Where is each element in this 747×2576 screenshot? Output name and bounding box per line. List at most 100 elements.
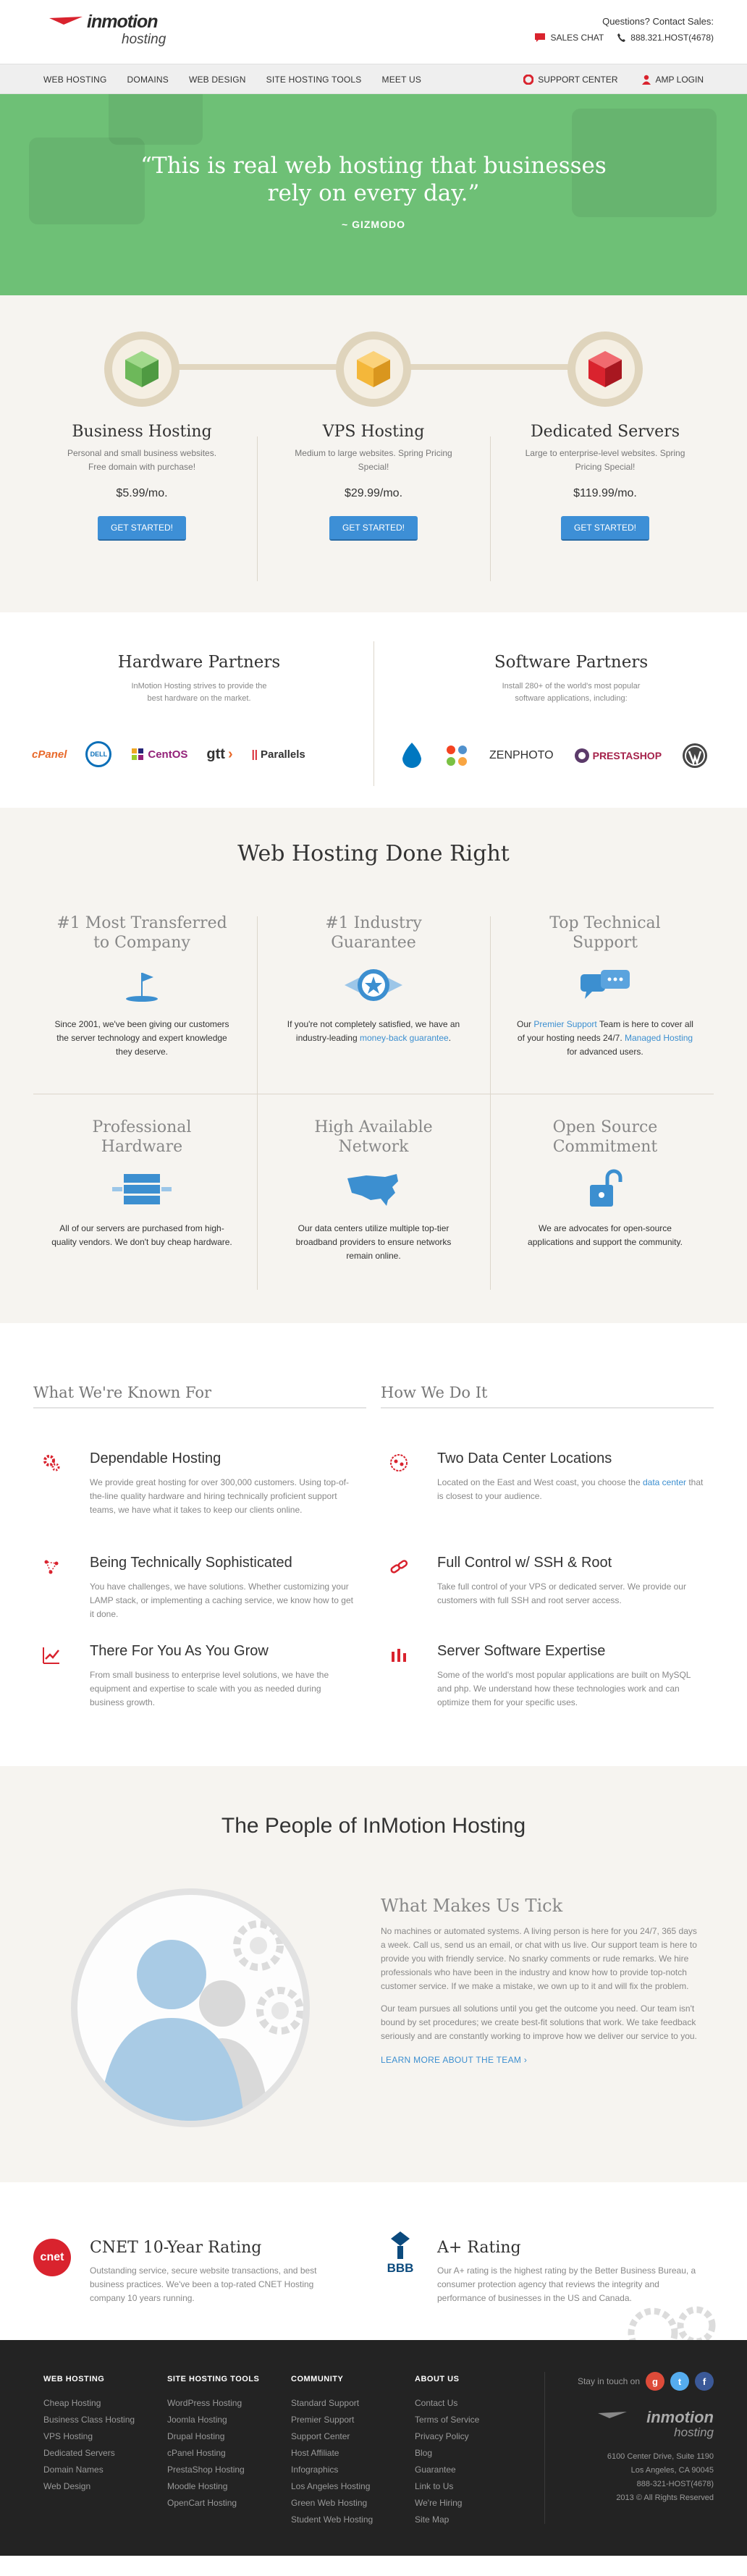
feature-network: High Available Network Our data centers u… bbox=[258, 1118, 489, 1263]
footer-link[interactable]: Contact Us bbox=[415, 2395, 538, 2412]
footer-link[interactable]: Los Angeles Hosting bbox=[291, 2478, 414, 2495]
hero-quote-line1: “This is real web hosting that businesse… bbox=[140, 153, 607, 179]
amp-login-label: AMP LOGIN bbox=[655, 75, 704, 85]
hardware-title: Hardware Partners bbox=[117, 653, 281, 672]
learn-more-team-link[interactable]: LEARN MORE ABOUT THE TEAM › bbox=[381, 2055, 699, 2065]
amp-login-link[interactable]: AMP LOGIN bbox=[641, 75, 704, 85]
chat-bubble-decoration bbox=[109, 94, 203, 145]
feature-title: #1 Industry bbox=[325, 914, 422, 932]
facebook-icon[interactable]: f bbox=[695, 2372, 714, 2391]
parallels-logo: || Parallels bbox=[251, 748, 305, 761]
managed-hosting-link[interactable]: Managed Hosting bbox=[625, 1033, 693, 1043]
inmotion-logo[interactable]: inmotion hosting bbox=[49, 12, 187, 52]
gears-icon bbox=[43, 1455, 60, 1471]
footer-link[interactable]: Drupal Hosting bbox=[167, 2428, 290, 2445]
swoosh-icon bbox=[598, 2412, 627, 2418]
get-started-dedicated-button[interactable]: GET STARTED! bbox=[560, 516, 649, 541]
done-right-section: Web Hosting Done Right #1 Most Transferr… bbox=[0, 808, 747, 1323]
footer-col-about-us: ABOUT US Contact Us Terms of Service Pri… bbox=[415, 2375, 538, 2528]
footer-col-title: ABOUT US bbox=[415, 2375, 460, 2383]
chevron-right-icon: › bbox=[523, 2055, 528, 2065]
footer-link[interactable]: Joomla Hosting bbox=[167, 2412, 290, 2428]
bbb-badge: BBB bbox=[384, 2230, 417, 2276]
footer-link[interactable]: OpenCart Hosting bbox=[167, 2495, 290, 2512]
feature-title: Guarantee bbox=[331, 934, 416, 952]
footer-col-title: SITE HOSTING TOOLS bbox=[167, 2375, 260, 2383]
footer-link[interactable]: Premier Support bbox=[291, 2412, 414, 2428]
gtt-text: gtt bbox=[206, 746, 225, 762]
footer-link[interactable]: We're Hiring bbox=[415, 2495, 538, 2512]
footer-link[interactable]: PrestaShop Hosting bbox=[167, 2462, 290, 2478]
nav-web-hosting[interactable]: WEB HOSTING bbox=[43, 75, 107, 85]
footer-link[interactable]: Standard Support bbox=[291, 2395, 414, 2412]
centos-icon bbox=[132, 748, 144, 760]
footer-link[interactable]: Business Class Hosting bbox=[43, 2412, 166, 2428]
footer-link[interactable]: Web Design bbox=[43, 2478, 166, 2495]
premier-support-link[interactable]: Premier Support bbox=[533, 1019, 596, 1029]
known-item-dependable: Dependable Hosting We provide great host… bbox=[33, 1450, 349, 1517]
footer-link[interactable]: Infographics bbox=[291, 2462, 414, 2478]
footer-link[interactable]: Cheap Hosting bbox=[43, 2395, 166, 2412]
footer-link[interactable]: Support Center bbox=[291, 2428, 414, 2445]
data-center-link[interactable]: data center bbox=[643, 1477, 686, 1487]
footer-link[interactable]: Site Map bbox=[415, 2512, 538, 2528]
footer-link[interactable]: Blog bbox=[415, 2445, 538, 2462]
footer-link[interactable]: Privacy Policy bbox=[415, 2428, 538, 2445]
footer-link[interactable]: Moodle Hosting bbox=[167, 2478, 290, 2495]
money-back-guarantee-link[interactable]: money-back guarantee bbox=[360, 1033, 449, 1043]
feature-title: Support bbox=[572, 934, 638, 952]
known-item-text: We provide great hosting for over 300,00… bbox=[90, 1477, 349, 1515]
contact-sales: Questions? Contact Sales: SALES CHAT 888… bbox=[534, 16, 714, 43]
cube-icon bbox=[588, 351, 622, 387]
software-logos: ZENPHOTO PRESTASHOP bbox=[400, 741, 708, 770]
get-started-vps-button[interactable]: GET STARTED! bbox=[329, 516, 418, 541]
hero-banner: “This is real web hosting that businesse… bbox=[0, 94, 747, 295]
footer-link[interactable]: Guarantee bbox=[415, 2462, 538, 2478]
how-item-text-part: Located on the East and West coast, you … bbox=[437, 1477, 643, 1487]
footer-link[interactable]: Green Web Hosting bbox=[291, 2495, 414, 2512]
twitter-icon[interactable]: t bbox=[670, 2372, 689, 2391]
feature-title: Professional bbox=[92, 1118, 192, 1136]
known-item-text: From small business to enterprise level … bbox=[90, 1670, 329, 1707]
google-plus-icon[interactable]: g bbox=[646, 2372, 664, 2391]
how-item-ssh-root: Full Control w/ SSH & Root Take full con… bbox=[381, 1555, 686, 1608]
nav-web-design[interactable]: WEB DESIGN bbox=[189, 75, 246, 85]
copyright: 2013 © All Rights Reserved bbox=[616, 2493, 714, 2502]
footer-link[interactable]: VPS Hosting bbox=[43, 2428, 166, 2445]
wordpress-icon bbox=[683, 743, 708, 768]
nav-site-hosting-tools[interactable]: SITE HOSTING TOOLS bbox=[266, 75, 362, 85]
nav-meet-us[interactable]: MEET US bbox=[382, 75, 422, 85]
feature-title: Top Technical bbox=[549, 914, 661, 932]
hero-quote-line2: rely on every day.” bbox=[267, 180, 480, 206]
gtt-logo: gtt › bbox=[206, 746, 233, 762]
footer-link[interactable]: cPanel Hosting bbox=[167, 2445, 290, 2462]
footer-link[interactable]: WordPress Hosting bbox=[167, 2395, 290, 2412]
footer-logo[interactable]: inmotion hosting bbox=[554, 2408, 714, 2440]
software-desc: Install 280+ of the world's most popular… bbox=[502, 682, 641, 703]
sales-chat-link[interactable]: SALES CHAT bbox=[534, 33, 604, 43]
swoosh-icon bbox=[49, 17, 83, 25]
feature-text-part: for advanced users. bbox=[567, 1047, 643, 1057]
nav-domains[interactable]: DOMAINS bbox=[127, 75, 169, 85]
footer-link[interactable]: Host Affiliate bbox=[291, 2445, 414, 2462]
get-started-business-button[interactable]: GET STARTED! bbox=[97, 516, 186, 541]
feature-text: If you're not completely satisfied, we h… bbox=[283, 1018, 464, 1045]
flag-icon bbox=[126, 973, 158, 1002]
divider bbox=[381, 1407, 714, 1409]
lifebuoy-icon bbox=[523, 75, 534, 85]
contact-title: Questions? Contact Sales: bbox=[602, 16, 714, 27]
how-item-software: Server Software Expertise Some of the wo… bbox=[381, 1643, 691, 1710]
support-center-label: SUPPORT CENTER bbox=[538, 75, 618, 85]
footer-col-title: WEB HOSTING bbox=[43, 2375, 105, 2383]
footer-link[interactable]: Terms of Service bbox=[415, 2412, 538, 2428]
product-title: VPS Hosting bbox=[322, 423, 425, 441]
footer-link[interactable]: Student Web Hosting bbox=[291, 2512, 414, 2528]
parallels-text: Parallels bbox=[261, 748, 305, 761]
product-desc: Large to enterprise-level websites. Spri… bbox=[525, 448, 685, 472]
feature-text-part: Our bbox=[517, 1019, 534, 1029]
footer-link[interactable]: Domain Names bbox=[43, 2462, 166, 2478]
support-center-link[interactable]: SUPPORT CENTER bbox=[523, 75, 618, 85]
phone-number[interactable]: 888.321.HOST(4678) bbox=[617, 33, 714, 43]
footer-link[interactable]: Link to Us bbox=[415, 2478, 538, 2495]
footer-link[interactable]: Dedicated Servers bbox=[43, 2445, 166, 2462]
